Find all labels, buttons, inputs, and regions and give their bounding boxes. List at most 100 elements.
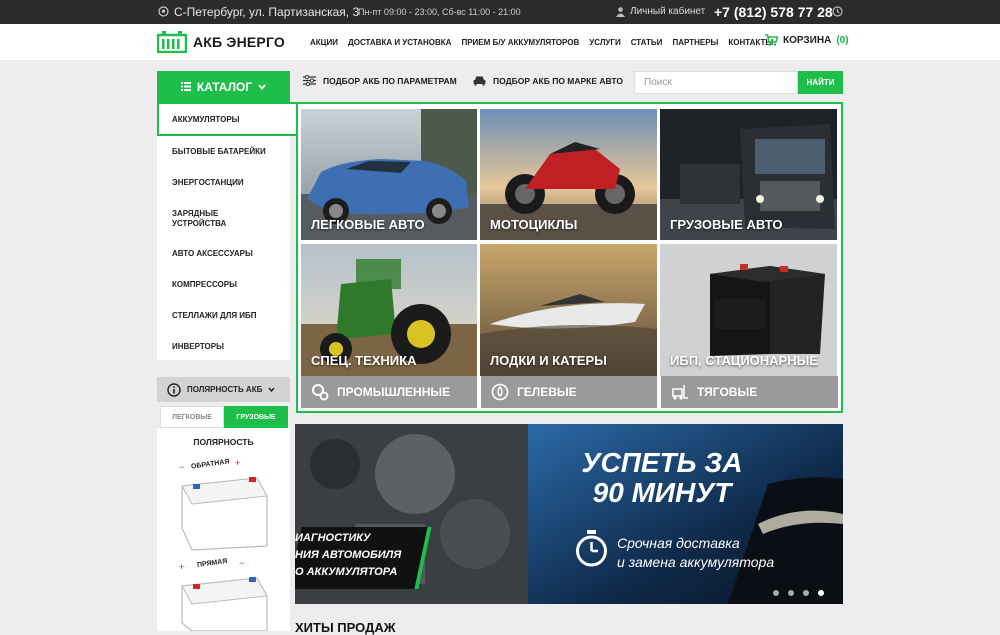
logo[interactable]: АКБ ЭНЕРГО xyxy=(157,31,285,53)
catalog-label: КАТАЛОГ xyxy=(196,79,253,94)
polarity-toggle[interactable]: ПОЛЯРНОСТЬ АКБ xyxy=(157,377,290,402)
tile-trucks[interactable]: ГРУЗОВЫЕ АВТО xyxy=(660,109,837,240)
svg-text:−: − xyxy=(239,558,244,568)
cart-label: КОРЗИНА xyxy=(783,34,832,46)
sliders-icon xyxy=(303,75,316,86)
cart-link[interactable]: КОРЗИНА (0) xyxy=(765,34,849,46)
banner-subtext: Срочная доставка и замена аккумулятора xyxy=(617,534,774,572)
sidebar-item-batteries[interactable]: АККУМУЛЯТОРЫ xyxy=(172,115,240,125)
location-text: С-Петербург, ул. Партизанская, 3 xyxy=(174,5,360,19)
subcat-traction-label: ТЯГОВЫЕ xyxy=(697,385,758,399)
cart-count: (0) xyxy=(836,34,849,46)
stopwatch-icon xyxy=(576,530,607,567)
svg-text:−: − xyxy=(179,462,184,472)
tile-ups-stationary[interactable]: ИБП, СТАЦИОНАРНЫЕ xyxy=(660,244,837,376)
banner-sub-2: и замена аккумулятора xyxy=(617,554,775,570)
battery-reverse-diagram: − + xyxy=(179,458,268,551)
svg-text:+: + xyxy=(235,458,240,468)
tile-boats[interactable]: ЛОДКИ И КАТЕРЫ xyxy=(480,244,657,376)
battery-direct-diagram: + − xyxy=(179,558,268,631)
tile-motorcycles-label: МОТОЦИКЛЫ xyxy=(490,217,578,232)
banner-left-caption: ИАГНОСТИКУ НИЯ АВТОМОБИЛЯ О АККУМУЛЯТОРА xyxy=(295,530,401,581)
banner-pagination xyxy=(773,590,824,596)
catalog-button[interactable]: КАТАЛОГ xyxy=(157,71,290,102)
nav-partners[interactable]: ПАРТНЕРЫ xyxy=(672,38,718,47)
sidebar-item-compressors[interactable]: КОМПРЕССОРЫ xyxy=(172,280,237,290)
banner-headline-2: 90 МИНУТ xyxy=(592,477,732,508)
tile-special-machinery-label: СПЕЦ. ТЕХНИКА xyxy=(311,353,417,368)
tile-ups-stationary-label: ИБП, СТАЦИОНАРНЫЕ xyxy=(670,353,819,368)
user-icon xyxy=(616,6,625,17)
subcat-gel-label: ГЕЛЕВЫЕ xyxy=(517,385,577,399)
pick-by-params[interactable]: ПОДБОР АКБ ПО ПАРАМЕТРАМ xyxy=(303,75,457,86)
catalog-sidebar: АККУМУЛЯТОРЫ БЫТОВЫЕ БАТАРЕЙКИ ЭНЕРГОСТА… xyxy=(157,102,298,360)
search-button[interactable]: НАЙТИ xyxy=(798,71,843,94)
tile-special-machinery[interactable]: СПЕЦ. ТЕХНИКА xyxy=(301,244,477,376)
nav-delivery[interactable]: ДОСТАВКА И УСТАНОВКА xyxy=(348,38,451,47)
chevron-down-icon xyxy=(268,387,275,392)
battery-logo-icon xyxy=(157,31,187,53)
polarity-panel: ПОЛЯРНОСТЬ ОБРАТНАЯ − + ПРЯМАЯ + − xyxy=(157,428,290,631)
banner-left-line-3: О АККУМУЛЯТОРА xyxy=(295,566,398,578)
forklift-icon xyxy=(672,385,688,400)
sidebar-item-power-stations[interactable]: ЭНЕРГОСТАНЦИИ xyxy=(172,178,244,188)
gears-icon xyxy=(312,384,329,401)
location: С-Петербург, ул. Партизанская, 3 xyxy=(158,5,359,19)
nav-used-batteries[interactable]: ПРИЕМ Б/У АККУМУЛЯТОРОВ xyxy=(461,38,579,47)
cart-icon xyxy=(765,34,778,46)
tile-boats-label: ЛОДКИ И КАТЕРЫ xyxy=(490,353,607,368)
banner-sub-1: Срочная доставка xyxy=(617,535,740,551)
car-icon xyxy=(473,76,486,86)
category-grid: ЛЕГКОВЫЕ АВТО МОТОЦИКЛЫ ГРУЗОВЫЕ АВТО СП… xyxy=(296,102,843,413)
gel-drop-icon xyxy=(491,383,509,401)
bestsellers-heading: ХИТЫ ПРОДАЖ xyxy=(295,620,396,635)
promo-banner[interactable]: ИАГНОСТИКУ НИЯ АВТОМОБИЛЯ О АККУМУЛЯТОРА… xyxy=(295,424,843,604)
banner-dot-1[interactable] xyxy=(773,590,779,596)
svg-text:+: + xyxy=(179,562,184,572)
subcat-industrial[interactable]: ПРОМЫШЛЕННЫЕ xyxy=(301,376,477,408)
subcat-traction[interactable]: ТЯГОВЫЕ xyxy=(661,376,838,408)
polarity-toggle-label: ПОЛЯРНОСТЬ АКБ xyxy=(187,385,263,394)
search-input[interactable]: Поиск xyxy=(634,71,798,94)
account-link[interactable]: Личный кабинет xyxy=(616,6,705,17)
polarity-title: ПОЛЯРНОСТЬ xyxy=(193,437,254,447)
banner-headline-1: УСПЕТЬ ЗА xyxy=(581,447,743,478)
nav-services[interactable]: УСЛУГИ xyxy=(589,38,620,47)
banner-dot-3[interactable] xyxy=(803,590,809,596)
tile-cars[interactable]: ЛЕГКОВЫЕ АВТО xyxy=(301,109,477,240)
chevron-down-icon xyxy=(258,83,266,90)
sidebar-item-auto-accessories[interactable]: АВТО АКСЕССУАРЫ xyxy=(172,249,253,259)
banner-left-line-1: ИАГНОСТИКУ xyxy=(295,532,371,544)
nav-promo[interactable]: АКЦИИ xyxy=(310,38,338,47)
working-hours: Пн-пт 09:00 - 23:00, Сб-вс 11:00 - 21:00 xyxy=(358,7,521,17)
sidebar-item-household-batteries[interactable]: БЫТОВЫЕ БАТАРЕЙКИ xyxy=(172,147,266,157)
tile-trucks-label: ГРУЗОВЫЕ АВТО xyxy=(670,217,783,232)
phone-number[interactable]: +7 (812) 578 77 28 xyxy=(714,4,833,20)
tile-cars-label: ЛЕГКОВЫЕ АВТО xyxy=(311,217,425,232)
sidebar-item-chargers[interactable]: ЗАРЯДНЫЕ УСТРОЙСТВА xyxy=(172,209,242,229)
pick-by-params-label: ПОДБОР АКБ ПО ПАРАМЕТРАМ xyxy=(323,75,457,86)
sidebar-item-inverters[interactable]: ИНВЕРТОРЫ xyxy=(172,342,224,352)
nav-articles[interactable]: СТАТЬИ xyxy=(631,38,663,47)
banner-headline: УСПЕТЬ ЗА 90 МИНУТ xyxy=(557,448,767,508)
banner-left-line-2: НИЯ АВТОМОБИЛЯ xyxy=(295,549,402,561)
logo-text: АКБ ЭНЕРГО xyxy=(193,34,285,50)
callback-icon[interactable] xyxy=(832,6,843,17)
tab-light-vehicles[interactable]: ЛЕГКОВЫЕ xyxy=(160,406,224,428)
top-bar: С-Петербург, ул. Партизанская, 3 Пн-пт 0… xyxy=(0,0,1000,24)
map-pin-icon xyxy=(158,6,169,17)
main-header: АКБ ЭНЕРГО АКЦИИ ДОСТАВКА И УСТАНОВКА ПР… xyxy=(0,24,1000,60)
main-nav: АКЦИИ ДОСТАВКА И УСТАНОВКА ПРИЕМ Б/У АКК… xyxy=(310,38,773,47)
subcat-gel[interactable]: ГЕЛЕВЫЕ xyxy=(481,376,657,408)
tab-trucks[interactable]: ГРУЗОВЫЕ xyxy=(224,406,288,428)
banner-dot-4[interactable] xyxy=(818,590,824,596)
sidebar-item-ups-racks[interactable]: СТЕЛЛАЖИ ДЛЯ ИБП xyxy=(172,311,257,321)
info-icon xyxy=(167,382,181,397)
tile-motorcycles[interactable]: МОТОЦИКЛЫ xyxy=(480,109,657,240)
account-label: Личный кабинет xyxy=(630,6,706,17)
pick-by-brand-label: ПОДБОР АКБ ПО МАРКЕ АВТО xyxy=(493,75,623,86)
polarity-tabs: ЛЕГКОВЫЕ ГРУЗОВЫЕ xyxy=(160,406,288,428)
list-icon xyxy=(180,82,191,91)
banner-dot-2[interactable] xyxy=(788,590,794,596)
pick-by-brand[interactable]: ПОДБОР АКБ ПО МАРКЕ АВТО xyxy=(473,75,623,86)
